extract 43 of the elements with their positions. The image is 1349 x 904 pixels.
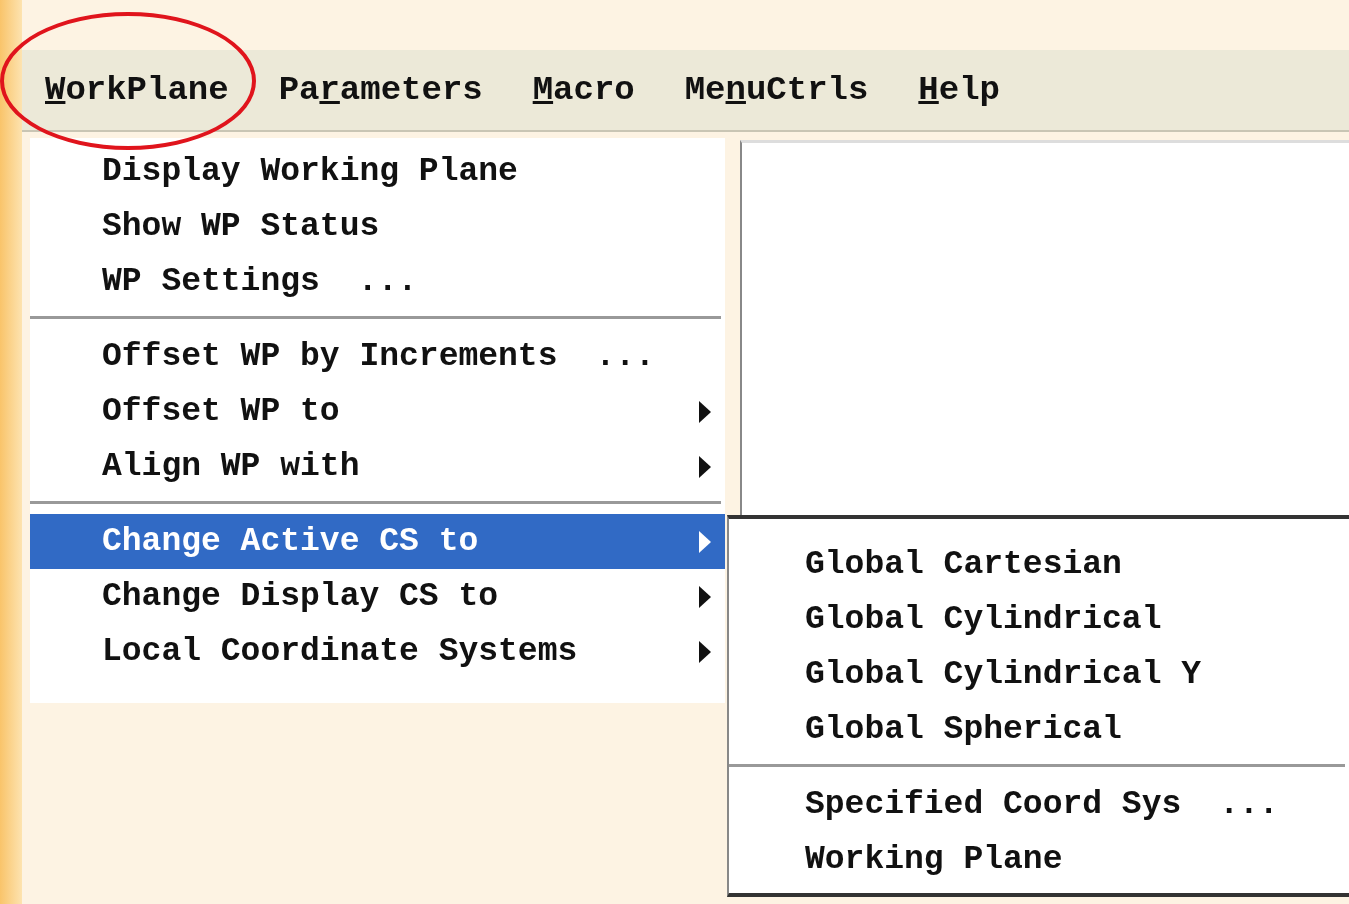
menu-label: Global Cartesian <box>805 544 1122 585</box>
submenu-arrow-icon <box>699 585 711 608</box>
menu-label: Change Active CS to <box>102 521 479 562</box>
submenu-arrow-icon <box>699 455 711 478</box>
menu-item[interactable]: Local Coordinate Systems <box>30 624 725 679</box>
menu-label: Global Cylindrical Y <box>805 654 1202 695</box>
menu-label: Local Coordinate Systems <box>102 631 578 672</box>
menu-label: WP Settings <box>102 261 320 302</box>
menu-item[interactable]: Show WP Status <box>30 199 725 254</box>
ellipsis: ... <box>595 336 655 377</box>
submenu-arrow-icon <box>699 530 711 553</box>
menu-item[interactable]: Parameters <box>268 64 493 116</box>
menu-label: Offset WP to <box>102 391 340 432</box>
menu-item[interactable]: Specified Coord Sys ... <box>729 777 1349 832</box>
menu-item[interactable]: Display Working Plane <box>30 144 725 199</box>
menu-label: Change Display CS to <box>102 576 499 617</box>
menu-item[interactable]: Help <box>908 64 1010 116</box>
menu-item[interactable]: Change Active CS to <box>30 514 725 569</box>
menu-item[interactable]: Offset WP by Increments ... <box>30 329 725 384</box>
submenu-arrow-icon <box>699 640 711 663</box>
menu-label: Display Working Plane <box>102 151 518 192</box>
menu-item[interactable]: Global Spherical <box>729 702 1349 757</box>
menu-item[interactable]: Macro <box>522 64 645 116</box>
ellipsis: ... <box>357 261 418 302</box>
menu-item[interactable]: WorkPlane <box>35 64 239 116</box>
menu-item[interactable]: Working Plane <box>729 832 1349 887</box>
menu-item[interactable]: Global Cylindrical Y <box>729 647 1349 702</box>
ellipsis: ... <box>1219 784 1279 825</box>
menu-item[interactable]: Change Display CS to <box>30 569 725 624</box>
menu-item[interactable]: Align WP with <box>30 439 725 494</box>
menu-label: Global Spherical <box>805 709 1122 750</box>
menu-label: Working Plane <box>805 839 1063 880</box>
menu-item[interactable]: Global Cartesian <box>729 537 1349 592</box>
menu-label: Align WP with <box>102 446 360 487</box>
menu-label: Offset WP by Increments <box>102 336 558 377</box>
menu-label: Global Cylindrical <box>805 599 1162 640</box>
menu-item[interactable]: Offset WP to <box>30 384 725 439</box>
menu-label: Specified Coord Sys <box>805 784 1182 825</box>
menu-item[interactable]: MenuCtrls <box>674 64 879 116</box>
submenu-arrow-icon <box>699 400 711 423</box>
menu-item[interactable]: Global Cylindrical <box>729 592 1349 647</box>
menu-label: Show WP Status <box>102 206 380 247</box>
menu-item[interactable]: WP Settings ... <box>30 254 725 309</box>
